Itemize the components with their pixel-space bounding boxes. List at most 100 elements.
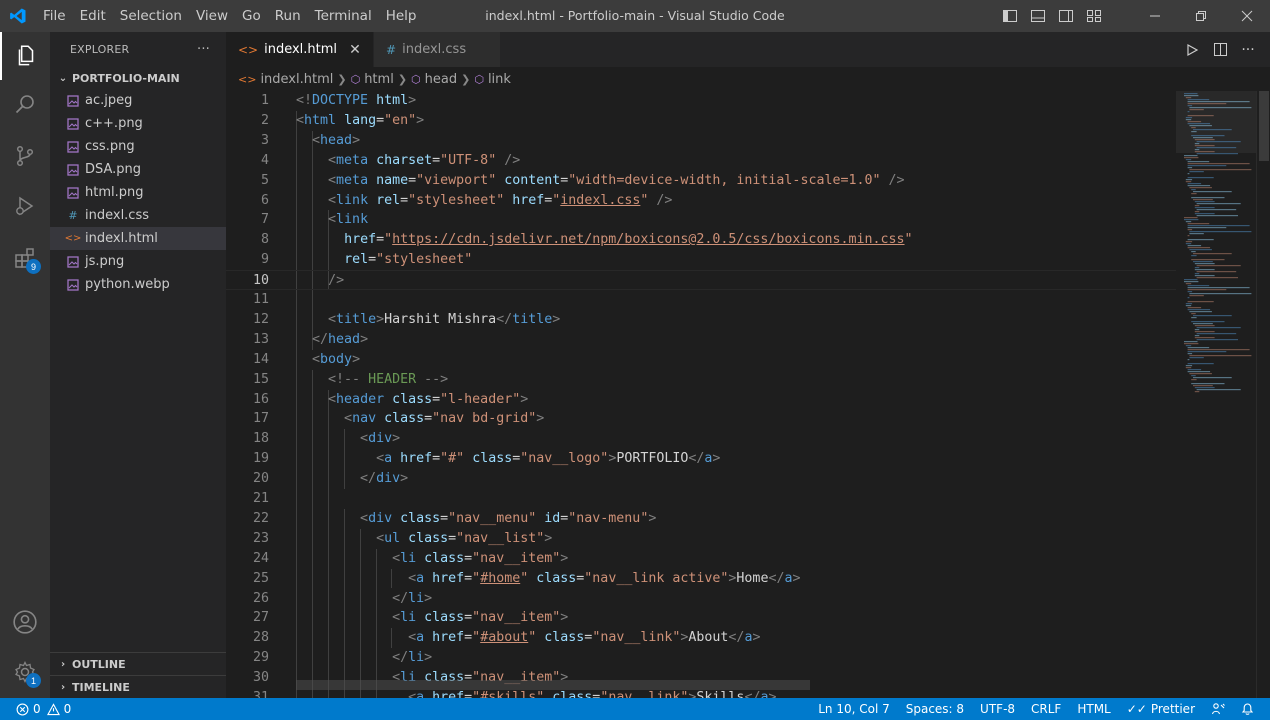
file-item[interactable]: css.png xyxy=(50,135,226,158)
activity-bar: 9 1 xyxy=(0,32,50,698)
minimap-line xyxy=(1191,313,1196,315)
code-line[interactable]: 4 <meta charset="UTF-8" /> xyxy=(226,151,1176,171)
outline-section[interactable]: › OUTLINE xyxy=(50,652,226,675)
minimap[interactable] xyxy=(1176,91,1256,698)
more-actions-icon[interactable]: ··· xyxy=(1234,42,1262,58)
menu-help[interactable]: Help xyxy=(379,0,424,32)
code-line[interactable]: 2 <html lang="en"> xyxy=(226,111,1176,131)
scrollbar-thumb[interactable] xyxy=(1259,91,1269,161)
menu-view[interactable]: View xyxy=(189,0,235,32)
encoding[interactable]: UTF-8 xyxy=(972,698,1023,720)
code-line[interactable]: 28 <a href="#about" class="nav__link">Ab… xyxy=(226,628,1176,648)
extensions-icon[interactable] xyxy=(0,234,50,282)
manage-gear-icon[interactable] xyxy=(0,648,50,696)
file-item[interactable]: <> indexl.html xyxy=(50,227,226,250)
minimize-icon[interactable] xyxy=(1132,0,1178,32)
menu-run[interactable]: Run xyxy=(268,0,308,32)
split-editor-icon[interactable] xyxy=(1206,42,1234,57)
toggle-panel-icon[interactable] xyxy=(1024,0,1052,32)
horizontal-scrollbar[interactable] xyxy=(296,680,810,690)
file-name: DSA.png xyxy=(85,162,142,177)
problems-indicator[interactable]: 0 0 xyxy=(14,698,79,720)
breadcrumb-head[interactable]: head xyxy=(425,72,457,87)
code-line[interactable]: 22 <div class="nav__menu" id="nav-menu"> xyxy=(226,509,1176,529)
close-window-icon[interactable] xyxy=(1224,0,1270,32)
tab-indexl-html[interactable]: <> indexl.html ✕ xyxy=(226,32,375,67)
run-file-icon[interactable] xyxy=(1178,43,1206,57)
code-line[interactable]: 26 </li> xyxy=(226,589,1176,609)
timeline-section[interactable]: › TIMELINE xyxy=(50,675,226,698)
code-line[interactable]: 14 <body> xyxy=(226,350,1176,370)
minimap-line xyxy=(1194,139,1215,141)
explorer-icon[interactable] xyxy=(0,32,50,80)
code-line[interactable]: 20 </div> xyxy=(226,469,1176,489)
folder-portfolio-main[interactable]: ⌄ PORTFOLIO-MAIN xyxy=(50,67,226,89)
restore-icon[interactable] xyxy=(1178,0,1224,32)
customize-layout-icon[interactable] xyxy=(1080,0,1108,32)
code-line[interactable]: 18 <div> xyxy=(226,429,1176,449)
explorer-more-icon[interactable]: ··· xyxy=(197,42,210,57)
menu-edit[interactable]: Edit xyxy=(73,0,113,32)
code-line[interactable]: 16 <header class="l-header"> xyxy=(226,390,1176,410)
menu-file[interactable]: File xyxy=(36,0,73,32)
prettier-formatter[interactable]: ✓✓ Prettier xyxy=(1119,698,1203,720)
toggle-secondary-sidebar-icon[interactable] xyxy=(1052,0,1080,32)
code-line[interactable]: 29 </li> xyxy=(226,648,1176,668)
menu-selection[interactable]: Selection xyxy=(113,0,189,32)
code-editor[interactable]: 1 <!DOCTYPE html> 2 <html lang="en"> 3 <head… xyxy=(226,91,1176,698)
minimap-line xyxy=(1193,323,1213,325)
code-line[interactable]: 5 <meta name="viewport" content="width=d… xyxy=(226,171,1176,191)
code-line[interactable]: 17 <nav class="nav bd-grid"> xyxy=(226,409,1176,429)
line-content: <div> xyxy=(360,431,401,447)
breadcrumb-file[interactable]: indexl.html xyxy=(260,72,333,87)
code-line[interactable]: 19 <a href="#" class="nav__logo">PORTFOL… xyxy=(226,449,1176,469)
error-icon xyxy=(16,703,29,715)
line-number: 25 xyxy=(252,570,269,586)
file-item[interactable]: python.webp xyxy=(50,273,226,296)
accounts-icon[interactable] xyxy=(0,598,50,646)
code-line[interactable]: 8 href="https://cdn.jsdelivr.net/npm/box… xyxy=(226,230,1176,250)
menu-go[interactable]: Go xyxy=(235,0,268,32)
file-item[interactable]: ac.jpeg xyxy=(50,89,226,112)
code-line[interactable]: 12 <title>Harshit Mishra</title> xyxy=(226,310,1176,330)
source-control-icon[interactable] xyxy=(0,132,50,180)
file-name: js.png xyxy=(85,254,125,269)
file-item[interactable]: DSA.png xyxy=(50,158,226,181)
tab-indexl-css[interactable]: # indexl.css xyxy=(374,32,502,67)
code-line[interactable]: 10 /> xyxy=(226,270,1176,290)
code-line[interactable]: 23 <ul class="nav__list"> xyxy=(226,529,1176,549)
code-line[interactable]: 27 <li class="nav__item"> xyxy=(226,608,1176,628)
cursor-position[interactable]: Ln 10, Col 7 xyxy=(810,698,898,720)
code-line[interactable]: 1 <!DOCTYPE html> xyxy=(226,91,1176,111)
code-line[interactable]: 21 xyxy=(226,489,1176,509)
search-icon[interactable] xyxy=(0,80,50,128)
menu-terminal[interactable]: Terminal xyxy=(308,0,379,32)
file-item[interactable]: js.png xyxy=(50,250,226,273)
file-item[interactable]: c++.png xyxy=(50,112,226,135)
breadcrumb-html[interactable]: html xyxy=(364,72,394,87)
file-item[interactable]: # indexl.css xyxy=(50,204,226,227)
breadcrumb-link[interactable]: link xyxy=(488,72,511,87)
vertical-scrollbar[interactable] xyxy=(1256,91,1270,698)
feedback-icon[interactable] xyxy=(1203,698,1233,720)
indentation[interactable]: Spaces: 8 xyxy=(898,698,972,720)
code-line[interactable]: 15 <!-- HEADER --> xyxy=(226,370,1176,390)
code-line[interactable]: 25 <a href="#home" class="nav__link acti… xyxy=(226,569,1176,589)
code-line[interactable]: 7 <link xyxy=(226,210,1176,230)
minimap-line xyxy=(1194,149,1200,151)
language-mode[interactable]: HTML xyxy=(1069,698,1118,720)
notifications-bell-icon[interactable] xyxy=(1233,698,1262,720)
run-debug-icon[interactable] xyxy=(0,182,50,230)
code-line[interactable]: 11 xyxy=(226,290,1176,310)
code-line[interactable]: 3 <head> xyxy=(226,131,1176,151)
toggle-primary-sidebar-icon[interactable] xyxy=(996,0,1024,32)
code-line[interactable]: 9 rel="stylesheet" xyxy=(226,250,1176,270)
line-ending[interactable]: CRLF xyxy=(1023,698,1069,720)
code-line[interactable]: 6 <link rel="stylesheet" href="indexl.cs… xyxy=(226,191,1176,211)
code-line[interactable]: 24 <li class="nav__item"> xyxy=(226,549,1176,569)
line-number: 5 xyxy=(260,172,269,188)
file-item[interactable]: html.png xyxy=(50,181,226,204)
minimap-line xyxy=(1191,255,1197,257)
code-line[interactable]: 13 </head> xyxy=(226,330,1176,350)
close-tab-icon[interactable]: ✕ xyxy=(347,42,363,58)
